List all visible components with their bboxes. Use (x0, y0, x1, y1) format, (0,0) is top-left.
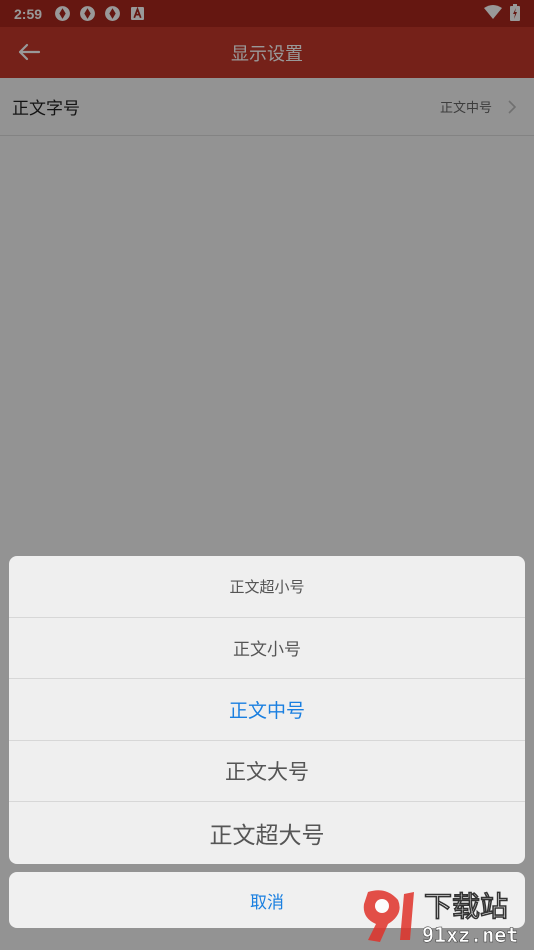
option-small[interactable]: 正文小号 (9, 618, 525, 680)
option-medium[interactable]: 正文中号 (9, 679, 525, 741)
font-size-action-sheet: 正文超小号 正文小号 正文中号 正文大号 正文超大号 (9, 556, 525, 864)
watermark-brand: 下载站 (424, 890, 508, 923)
option-extra-small[interactable]: 正文超小号 (9, 556, 525, 618)
option-extra-large[interactable]: 正文超大号 (9, 802, 525, 864)
option-large[interactable]: 正文大号 (9, 741, 525, 803)
watermark-logo: 下载站 91xz.net (358, 884, 528, 947)
watermark-domain: 91xz.net (422, 923, 518, 946)
